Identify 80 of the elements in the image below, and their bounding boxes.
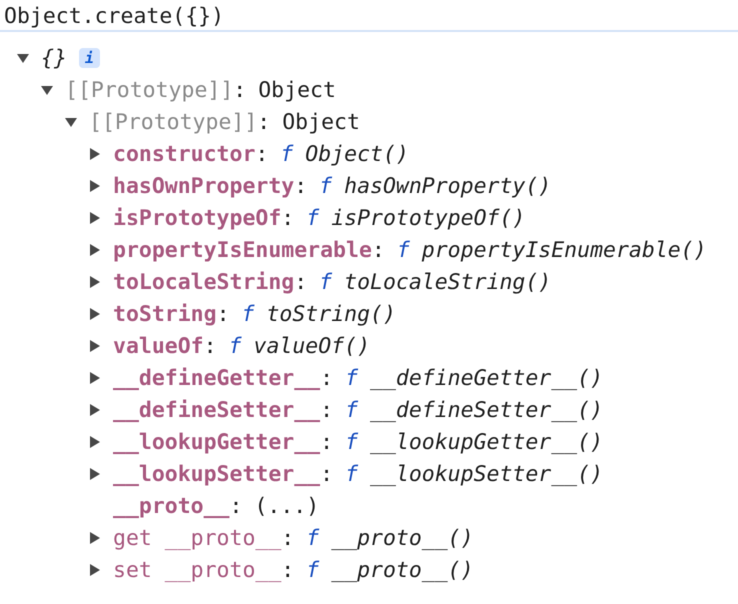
expand-toggle-icon[interactable] xyxy=(89,244,101,256)
property-key: [[Prototype]] xyxy=(89,110,258,134)
function-mark: f xyxy=(345,398,358,422)
function-mark: f xyxy=(306,526,320,550)
property-value: __proto__() xyxy=(331,558,474,582)
property-value: __lookupGetter__() xyxy=(370,430,604,454)
expand-toggle-icon[interactable] xyxy=(65,116,77,128)
function-mark: f xyxy=(396,238,410,262)
function-mark: f xyxy=(228,334,242,358)
property-key: set __proto__ xyxy=(113,558,282,582)
property-key: get __proto__ xyxy=(113,526,282,550)
property-value: propertyIsEnumerable() xyxy=(422,238,707,262)
colon: : xyxy=(281,526,294,550)
property-value: Object() xyxy=(305,142,409,166)
console-command: Object.create({}) xyxy=(0,0,738,32)
property-key: __proto__ xyxy=(113,494,230,518)
function-mark: f xyxy=(242,302,254,326)
property-key: propertyIsEnumerable xyxy=(113,238,372,262)
colon: : xyxy=(233,78,246,102)
colon: : xyxy=(294,270,308,294)
info-badge[interactable]: i xyxy=(78,48,100,68)
property-value: __proto__() xyxy=(331,526,474,550)
property-value: (...) xyxy=(254,494,320,518)
colon: : xyxy=(257,110,270,134)
expand-toggle-icon[interactable] xyxy=(89,404,101,416)
property-key: toLocaleString xyxy=(113,270,294,294)
property-key: [[Prototype]] xyxy=(65,78,234,102)
colon: : xyxy=(372,238,385,262)
property-value: __defineSetter__() xyxy=(370,398,604,422)
expand-toggle-icon[interactable] xyxy=(89,532,101,544)
property-key: constructor xyxy=(113,142,256,166)
function-mark: f xyxy=(280,142,294,166)
colon: : xyxy=(216,302,230,326)
function-mark: f xyxy=(319,174,332,198)
function-mark: f xyxy=(306,558,320,582)
expand-toggle-icon[interactable] xyxy=(89,564,101,576)
property-key: isPrototypeOf xyxy=(113,206,282,230)
object-preview: {} xyxy=(41,46,67,70)
colon: : xyxy=(230,494,242,518)
property-value: __defineGetter__() xyxy=(370,366,604,390)
expand-toggle-icon[interactable] xyxy=(17,52,29,64)
function-mark: f xyxy=(306,206,320,230)
property-value: __lookupSetter__() xyxy=(370,462,604,486)
function-mark: f xyxy=(345,430,358,454)
property-key: __defineSetter__ xyxy=(113,398,320,422)
colon: : xyxy=(320,430,334,454)
colon: : xyxy=(320,398,334,422)
property-value: toString() xyxy=(266,302,396,326)
property-key: hasOwnProperty xyxy=(113,174,294,198)
property-value: valueOf() xyxy=(254,334,370,358)
expand-toggle-icon[interactable] xyxy=(89,180,101,192)
property-key: toString xyxy=(113,302,217,326)
colon: : xyxy=(320,366,334,390)
property-key: __defineGetter__ xyxy=(113,366,320,390)
expand-toggle-icon[interactable] xyxy=(89,468,101,480)
property-value: Object xyxy=(258,78,336,102)
expand-toggle-icon[interactable] xyxy=(89,308,101,320)
property-value: hasOwnProperty() xyxy=(344,174,552,198)
colon: : xyxy=(281,558,294,582)
expand-toggle-icon[interactable] xyxy=(89,436,101,448)
function-mark: f xyxy=(319,270,332,294)
property-key: __lookupSetter__ xyxy=(113,462,320,486)
colon: : xyxy=(294,174,308,198)
property-key: valueOf xyxy=(113,334,204,358)
property-value: toLocaleString() xyxy=(344,270,552,294)
expand-toggle-icon[interactable] xyxy=(41,84,53,96)
expand-toggle-icon[interactable] xyxy=(89,276,101,288)
property-value: Object xyxy=(282,110,360,134)
expand-toggle-icon[interactable] xyxy=(89,148,101,160)
colon: : xyxy=(320,462,334,486)
expand-toggle-icon[interactable] xyxy=(89,340,101,352)
colon: : xyxy=(255,142,268,166)
expand-toggle-icon[interactable] xyxy=(89,212,101,224)
colon: : xyxy=(281,206,294,230)
property-value: isPrototypeOf() xyxy=(331,206,526,230)
expand-toggle-icon[interactable] xyxy=(89,372,101,384)
function-mark: f xyxy=(345,462,358,486)
colon: : xyxy=(204,334,217,358)
property-key: __lookupGetter__ xyxy=(113,430,320,454)
function-mark: f xyxy=(345,366,358,390)
